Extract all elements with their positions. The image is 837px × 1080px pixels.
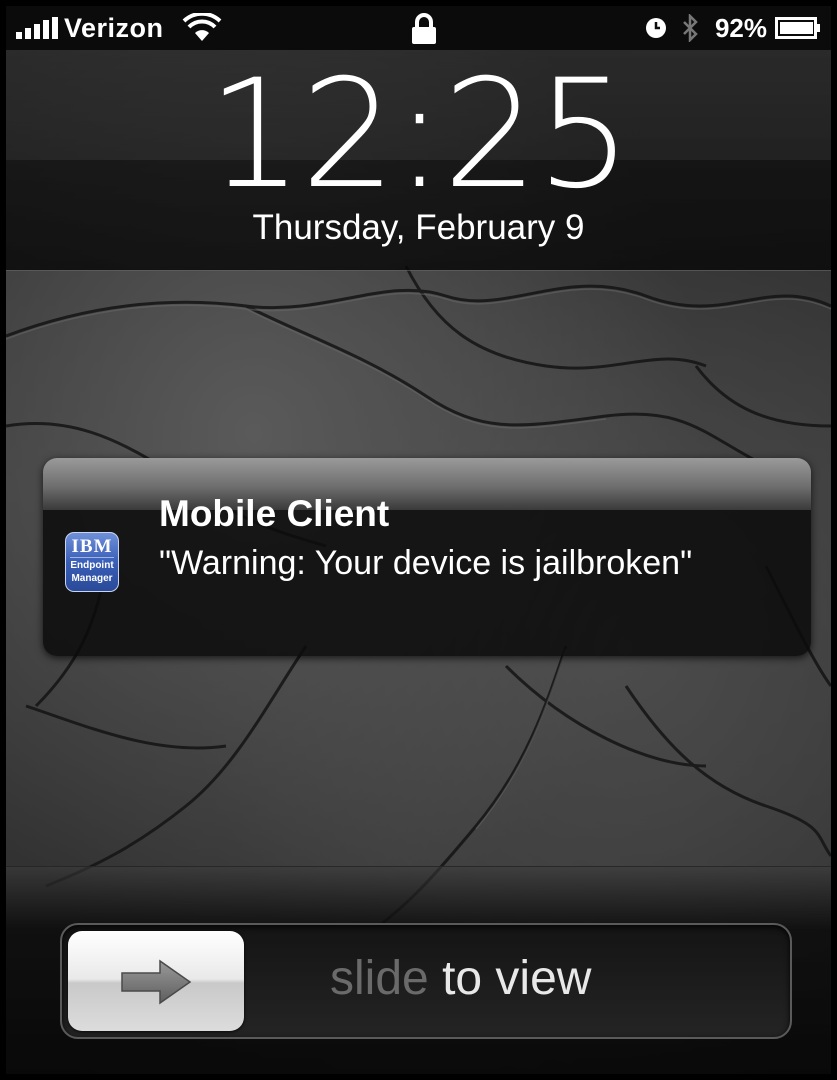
slider-knob[interactable]	[68, 931, 244, 1031]
lock-icon	[412, 13, 436, 44]
battery-percent: 92%	[714, 12, 767, 43]
app-icon-brand: IBM	[70, 536, 114, 558]
slide-label-dim: slide	[330, 952, 443, 1005]
app-icon-caption-line2: Manager	[71, 573, 113, 584]
carrier-name: Verizon	[64, 12, 164, 43]
notification-message: "Warning: Your device is jailbroken"	[159, 544, 693, 582]
battery-icon	[775, 17, 820, 39]
unlock-bar: slide to view	[6, 866, 831, 1074]
slide-to-view-track[interactable]: slide to view	[60, 923, 792, 1039]
clock-time: 12:25	[207, 48, 631, 222]
bluetooth-icon	[683, 14, 698, 42]
signal-icon	[16, 17, 58, 39]
app-icon-caption-line1: Endpoint	[70, 560, 114, 571]
slide-label-lit: to view	[442, 952, 592, 1005]
clock-date: Thursday, February 9	[252, 208, 585, 247]
wifi-icon	[182, 13, 221, 41]
push-notification[interactable]: IBM Endpoint Manager Mobile Client "Warn…	[43, 458, 811, 656]
time-panel: 12:25 Thursday, February 9	[6, 50, 831, 271]
right-arrow-icon	[121, 959, 192, 1005]
slide-to-view-label: slide to view	[330, 949, 591, 1009]
lock-screen: Verizon 92% 12:25 Thursday, February 9 I…	[6, 6, 831, 1074]
status-bar: Verizon 92%	[6, 6, 831, 50]
ibm-endpoint-manager-app-icon: IBM Endpoint Manager	[65, 532, 119, 592]
notification-app-name: Mobile Client	[159, 493, 390, 534]
alarm-clock-icon	[645, 18, 666, 38]
